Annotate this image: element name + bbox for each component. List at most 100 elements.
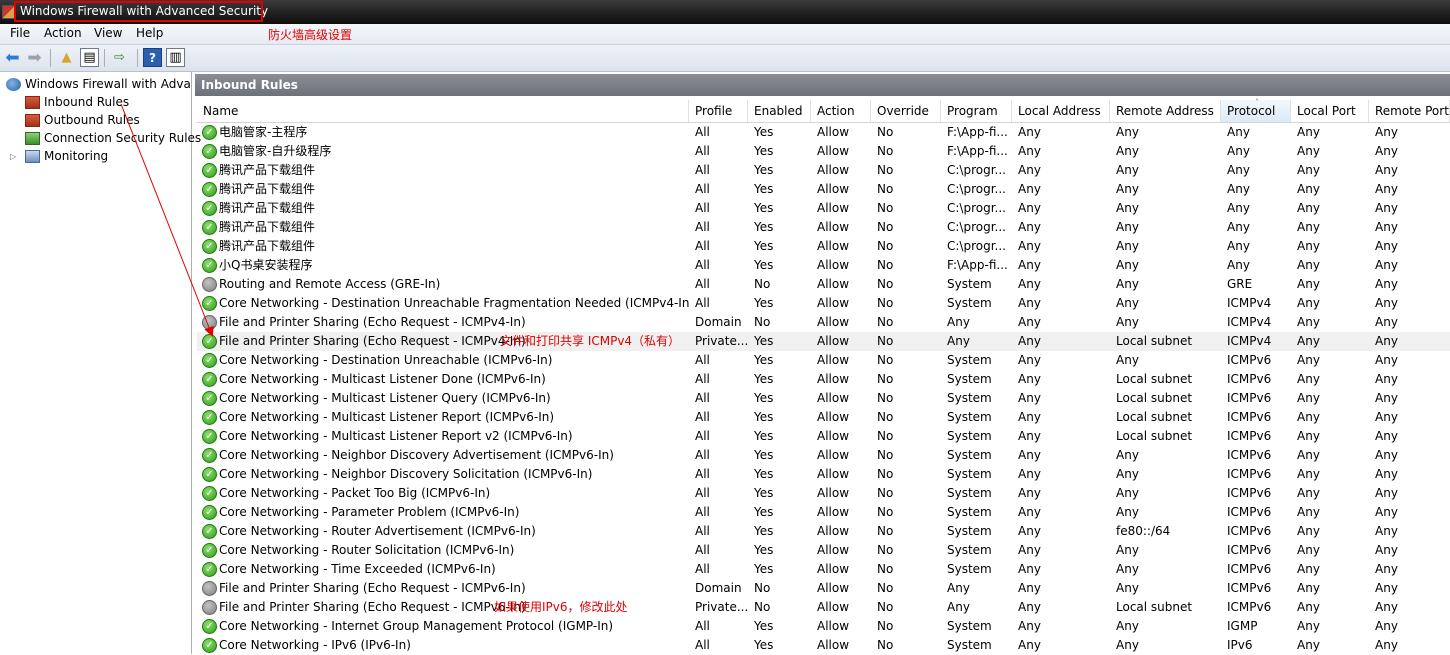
rule-cell-action: Allow [817, 334, 850, 348]
rule-row[interactable]: ✓ 电脑管家-主程序 All Yes Allow No F:\App-fi... Any Any… [197, 123, 1450, 142]
rule-row[interactable]: ✓ Core Networking - Time Exceeded (ICMPv6… [197, 560, 1450, 579]
rule-cell-protocol: Any [1227, 163, 1250, 177]
show-console-tree-icon[interactable]: ▤ [80, 48, 99, 67]
rule-cell-lport: Any [1297, 467, 1320, 481]
rule-cell-name: Core Networking - Router Solicitation (I… [219, 543, 515, 557]
rule-row[interactable]: ✓ Core Networking - Packet Too Big (ICMPv… [197, 484, 1450, 503]
rule-row[interactable]: ✓ Core Networking - Neighbor Discovery So… [197, 465, 1450, 484]
rule-row[interactable]: File and Printer Sharing (Echo Request -… [197, 598, 1450, 617]
monitoring-icon [25, 149, 40, 163]
help-icon[interactable]: ? [143, 48, 162, 67]
column-header-remote-port[interactable]: Remote Port [1369, 100, 1450, 122]
rule-cell-lport: Any [1297, 201, 1320, 215]
rule-cell-profile: All [695, 505, 710, 519]
rule-cell-protocol: Any [1227, 144, 1250, 158]
rule-cell-protocol: ICMPv6 [1227, 562, 1272, 576]
menu-view[interactable]: View [94, 26, 122, 40]
forward-arrow-icon[interactable]: ➡ [25, 48, 44, 68]
up-folder-icon[interactable]: ▲ [57, 48, 76, 67]
rule-cell-rport: Any [1375, 315, 1398, 329]
column-header-override[interactable]: Override [871, 100, 941, 122]
rule-row[interactable]: ✓ Core Networking - IPv6 (IPv6-In) All Yes A… [197, 636, 1450, 655]
rule-row[interactable]: ✓ Core Networking - Multicast Listener Do… [197, 370, 1450, 389]
export-list-icon[interactable]: ⇨ [110, 48, 129, 67]
rule-cell-enabled: Yes [754, 125, 774, 139]
column-header-program[interactable]: Program [941, 100, 1012, 122]
rule-row[interactable]: ✓ Core Networking - Destination Unreachab… [197, 294, 1450, 313]
back-arrow-icon[interactable]: ⬅ [3, 48, 22, 68]
rule-cell-profile: All [695, 372, 710, 386]
rule-cell-program: System [947, 467, 992, 481]
menu-help[interactable]: Help [136, 26, 163, 40]
tree-item-monitoring[interactable]: Monitoring [25, 147, 108, 165]
column-header-profile[interactable]: Profile [689, 100, 748, 122]
rule-cell-profile: All [695, 144, 710, 158]
tree-item-outbound-rules[interactable]: Outbound Rules [25, 111, 140, 129]
rule-cell-remote: Any [1116, 258, 1139, 272]
rule-row[interactable]: ✓ 腾讯产品下载组件 All Yes Allow No C:\progr... Any Any A… [197, 180, 1450, 199]
rule-cell-action: Allow [817, 486, 850, 500]
menu-file[interactable]: File [10, 26, 30, 40]
tree-item-connection-security-rules[interactable]: Connection Security Rules [25, 129, 201, 147]
rule-cell-name: File and Printer Sharing (Echo Request -… [219, 315, 526, 329]
tree-item-label: Outbound Rules [44, 113, 140, 127]
rule-cell-program: System [947, 619, 992, 633]
column-header-name[interactable]: Name [197, 100, 689, 122]
column-header-action[interactable]: Action [811, 100, 871, 122]
rule-row[interactable]: File and Printer Sharing (Echo Request -… [197, 579, 1450, 598]
rule-row[interactable]: ✓ Core Networking - Multicast Listener Re… [197, 427, 1450, 446]
rule-cell-rport: Any [1375, 125, 1398, 139]
expand-arrow-icon[interactable]: ▷ [10, 152, 16, 161]
rule-row[interactable]: ✓ 腾讯产品下载组件 All Yes Allow No C:\progr... Any Any A… [197, 199, 1450, 218]
column-header-local-address[interactable]: Local Address [1012, 100, 1110, 122]
panel-header: Inbound Rules [195, 74, 1450, 96]
rule-row[interactable]: ✓ Core Networking - Neighbor Discovery Ad… [197, 446, 1450, 465]
rule-cell-name: Core Networking - Multicast Listener Don… [219, 372, 546, 386]
rule-row[interactable]: ✓ Core Networking - Internet Group Manage… [197, 617, 1450, 636]
column-header-remote-address[interactable]: Remote Address [1110, 100, 1221, 122]
rule-cell-enabled: Yes [754, 410, 774, 424]
rule-cell-lport: Any [1297, 600, 1320, 614]
column-header-enabled[interactable]: Enabled [748, 100, 811, 122]
rule-cell-remote: Any [1116, 581, 1139, 595]
rule-cell-local: Any [1018, 258, 1041, 272]
rule-cell-lport: Any [1297, 391, 1320, 405]
rule-row[interactable]: ✓ Core Networking - Multicast Listener Re… [197, 408, 1450, 427]
rule-cell-lport: Any [1297, 619, 1320, 633]
rule-cell-local: Any [1018, 638, 1041, 652]
rule-row[interactable]: ✓ Core Networking - Router Advertisement … [197, 522, 1450, 541]
rule-row[interactable]: ✓ Core Networking - Parameter Problem (IC… [197, 503, 1450, 522]
rule-row[interactable]: ✓ Core Networking - Multicast Listener Qu… [197, 389, 1450, 408]
rule-cell-lport: Any [1297, 353, 1320, 367]
rule-row[interactable]: File and Printer Sharing (Echo Request -… [197, 313, 1450, 332]
rule-cell-rport: Any [1375, 524, 1398, 538]
rule-cell-local: Any [1018, 410, 1041, 424]
rule-cell-profile: All [695, 163, 710, 177]
tree-item-inbound-rules[interactable]: Inbound Rules [25, 93, 129, 111]
rule-row[interactable]: ✓ 腾讯产品下载组件 All Yes Allow No C:\progr... Any Any A… [197, 218, 1450, 237]
menu-action[interactable]: Action [44, 26, 82, 40]
rule-row[interactable]: ✓ 小Q书桌安装程序 All Yes Allow No F:\App-fi... Any Any… [197, 256, 1450, 275]
rule-cell-override: No [877, 220, 894, 234]
rule-cell-remote: Any [1116, 239, 1139, 253]
rule-cell-rport: Any [1375, 144, 1398, 158]
rule-cell-rport: Any [1375, 353, 1398, 367]
rule-row[interactable]: ✓ File and Printer Sharing (Echo Request … [197, 332, 1450, 351]
rule-row[interactable]: ✓ Core Networking - Router Solicitation (… [197, 541, 1450, 560]
rule-row[interactable]: Routing and Remote Access (GRE-In) All No A… [197, 275, 1450, 294]
rule-row[interactable]: ✓ 电脑管家-自升级程序 All Yes Allow No F:\App-fi... Any A… [197, 142, 1450, 161]
rule-row[interactable]: ✓ 腾讯产品下载组件 All Yes Allow No C:\progr... Any Any A… [197, 161, 1450, 180]
rule-cell-enabled: No [754, 600, 771, 614]
menu-bar: File Action View Help 防火墙高级设置 [0, 24, 1450, 45]
rule-row[interactable]: ✓ 腾讯产品下载组件 All Yes Allow No C:\progr... Any Any A… [197, 237, 1450, 256]
rule-cell-rport: Any [1375, 467, 1398, 481]
rule-row[interactable]: ✓ Core Networking - Destination Unreachab… [197, 351, 1450, 370]
rule-cell-profile: All [695, 239, 710, 253]
rules-list: ✓ 电脑管家-主程序 All Yes Allow No F:\App-fi... Any Any… [197, 123, 1450, 655]
show-action-pane-icon[interactable]: ▥ [166, 48, 185, 67]
rule-cell-action: Allow [817, 600, 850, 614]
rule-cell-remote: Local subnet [1116, 334, 1193, 348]
rule-cell-name: Core Networking - Internet Group Managem… [219, 619, 614, 633]
tree-item-root[interactable]: Windows Firewall with Advanced Security [6, 75, 190, 93]
column-header-local-port[interactable]: Local Port [1291, 100, 1369, 122]
